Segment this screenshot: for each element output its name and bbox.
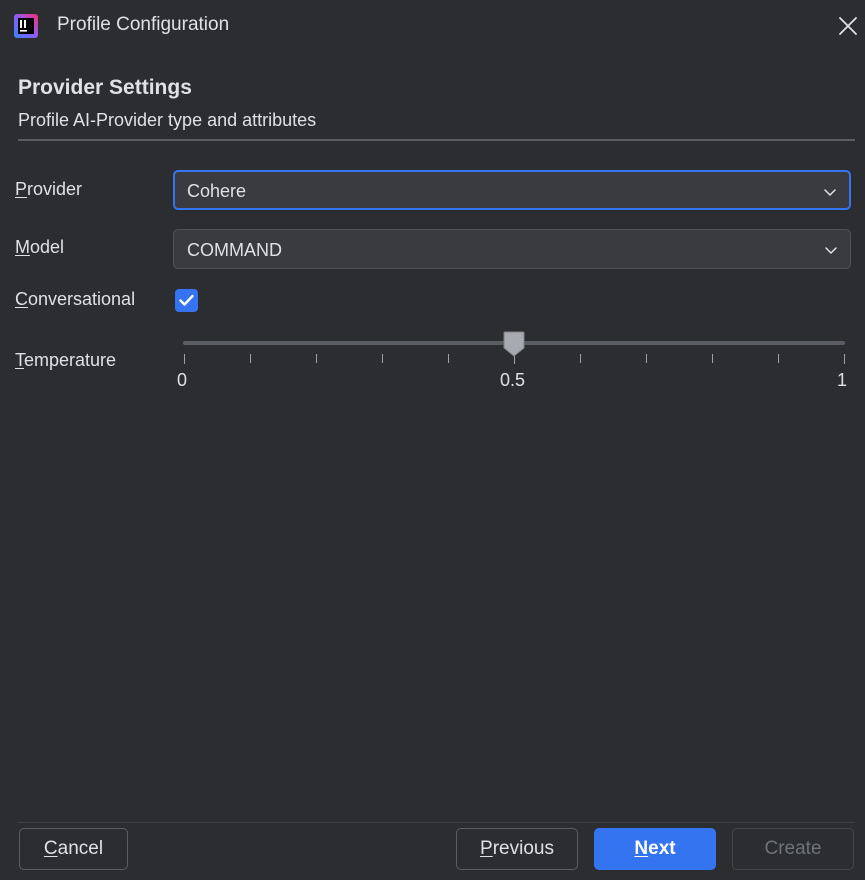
conversational-checkbox[interactable] (175, 289, 198, 312)
intellij-app-icon (14, 14, 38, 38)
temperature-tick-label-min: 0 (177, 370, 188, 390)
footer-divider (18, 822, 855, 823)
cancel-button[interactable]: Cancel (19, 828, 128, 870)
temperature-slider-thumb[interactable] (503, 331, 525, 357)
section-subtitle: Profile AI-Provider type and attributes (18, 110, 317, 130)
section-title: Provider Settings (18, 76, 192, 99)
conversational-label: Conversational (15, 289, 136, 309)
next-button[interactable]: Next (594, 828, 716, 870)
previous-button[interactable]: Previous (456, 828, 578, 870)
temperature-slider-tick (580, 354, 581, 363)
chevron-down-icon (824, 189, 836, 196)
close-icon[interactable] (837, 15, 859, 37)
temperature-slider-tick (250, 354, 251, 363)
model-label: Model (15, 237, 65, 257)
create-button: Create (732, 828, 854, 870)
temperature-label: Temperature (15, 350, 117, 370)
provider-value: Cohere (187, 181, 247, 201)
temperature-tick-label-mid: 0.5 (500, 370, 526, 390)
temperature-slider-tick (646, 354, 647, 363)
model-combo[interactable]: COMMAND (173, 229, 851, 269)
chevron-down-icon (825, 247, 837, 254)
temperature-slider-tick (448, 354, 449, 363)
section-divider (18, 139, 855, 141)
title-bar: Profile Configuration (0, 0, 865, 52)
temperature-slider-tick (382, 354, 383, 363)
window-title: Profile Configuration (57, 14, 230, 35)
model-value: COMMAND (187, 240, 282, 260)
temperature-slider-tick (844, 354, 845, 364)
provider-combo[interactable]: Cohere (173, 170, 851, 210)
temperature-slider-tick (184, 354, 185, 364)
checkmark-icon (179, 294, 194, 306)
temperature-tick-label-max: 1 (837, 370, 848, 390)
temperature-slider-tick (712, 354, 713, 363)
temperature-slider-tick (316, 354, 317, 363)
provider-label: Provider (15, 179, 83, 199)
temperature-slider-tick (778, 354, 779, 363)
